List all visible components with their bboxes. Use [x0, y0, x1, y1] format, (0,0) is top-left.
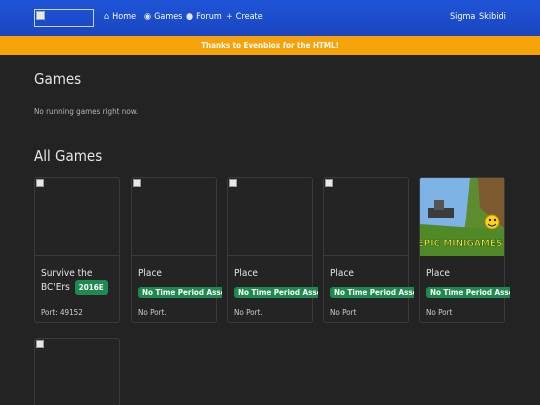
- game-card[interactable]: EPIC MINIGAMES Place No Time Period Asse…: [419, 177, 510, 323]
- nav-create-label: Create: [235, 12, 263, 22]
- broken-image-icon: [36, 340, 44, 348]
- epic-minigames-art: EPIC MINIGAMES: [420, 178, 504, 256]
- game-port: No Port.: [234, 308, 263, 317]
- game-port: No Port: [426, 308, 453, 317]
- time-period-badge-wrap: No Time Period Asserted: [234, 280, 318, 299]
- game-port: Port: 49152: [41, 308, 83, 317]
- nav-home-label: Home: [112, 12, 137, 22]
- thumb-text: EPIC MINIGAMES: [420, 239, 502, 249]
- time-period-badge-wrap: No Time Period Asserted: [426, 280, 510, 299]
- nav-forum-label: Forum: [196, 12, 222, 22]
- game-title: Survive the BC'Ers 2016E: [41, 267, 121, 295]
- forum-icon: ●: [186, 12, 194, 22]
- time-period-badge-wrap: No Time Period Asserted: [330, 280, 414, 299]
- nav-home-link[interactable]: ⌂ Home: [104, 12, 136, 22]
- game-port: No Port: [330, 308, 357, 317]
- broken-image-icon: [36, 179, 44, 187]
- game-title: Place: [330, 268, 354, 279]
- game-thumbnail[interactable]: [132, 178, 216, 256]
- game-thumbnail[interactable]: [324, 178, 408, 256]
- plus-icon: +: [226, 12, 233, 22]
- extra-link[interactable]: Skibidi: [479, 12, 506, 22]
- no-running-games-text: No running games right now.: [34, 107, 139, 116]
- announcement-banner: Thanks to Evenblox for the HTML!: [0, 36, 540, 55]
- broken-image-icon: [36, 11, 45, 20]
- game-thumbnail[interactable]: [228, 178, 312, 256]
- game-title: Place: [234, 268, 258, 279]
- game-thumbnail[interactable]: EPIC MINIGAMES: [420, 178, 504, 256]
- games-icon: ◉: [144, 12, 152, 22]
- nav-forum-link[interactable]: ● Forum: [186, 12, 222, 22]
- time-period-badge: No Time Period Asserted: [234, 287, 318, 298]
- game-card[interactable]: [34, 338, 120, 405]
- nav-games-label: Games: [154, 12, 183, 22]
- time-period-badge: No Time Period Asserted: [426, 287, 510, 298]
- game-thumbnail[interactable]: [35, 339, 119, 405]
- top-navbar: ⌂ Home ◉ Games ● Forum + Create Sigma Sk…: [0, 0, 540, 36]
- game-title: Place: [426, 268, 450, 279]
- game-card[interactable]: Place No Time Period Asserted No Port: [323, 177, 414, 323]
- running-games-heading: Games: [34, 70, 82, 88]
- nav-create-link[interactable]: + Create: [226, 12, 263, 22]
- time-period-badge: No Time Period Asserted: [330, 287, 414, 298]
- game-thumbnail[interactable]: [35, 178, 119, 256]
- game-title: Place: [138, 268, 162, 279]
- nav-games-link[interactable]: ◉ Games: [144, 12, 182, 22]
- game-card[interactable]: Place No Time Period Asserted No Port.: [227, 177, 318, 323]
- game-card[interactable]: Place No Time Period Asserted No Port.: [131, 177, 222, 323]
- time-period-badge: No Time Period Asserted: [138, 287, 222, 298]
- broken-image-icon: [133, 179, 141, 187]
- time-period-badge: 2016E: [74, 280, 108, 295]
- broken-image-icon: [229, 179, 237, 187]
- time-period-badge-wrap: No Time Period Asserted: [138, 280, 222, 299]
- all-games-heading: All Games: [34, 147, 103, 165]
- site-logo[interactable]: [34, 9, 94, 27]
- game-port: No Port.: [138, 308, 167, 317]
- user-link[interactable]: Sigma: [450, 12, 475, 22]
- game-card[interactable]: Survive the BC'Ers 2016E Port: 49152: [34, 177, 120, 323]
- broken-image-icon: [325, 179, 333, 187]
- home-icon: ⌂: [104, 12, 110, 22]
